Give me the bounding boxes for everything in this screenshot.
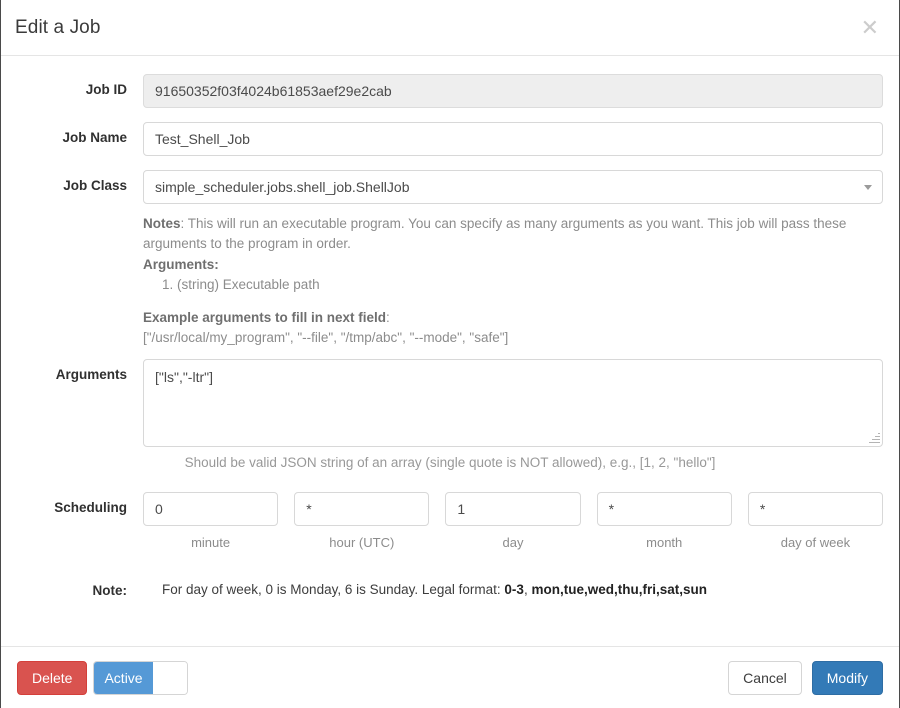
scheduling-row: Scheduling 0 minute * hour (UTC) 1 day *… — [17, 491, 884, 550]
job-name-label: Job Name — [62, 130, 127, 145]
note-bold-days: mon,tue,wed,thu,fri,sat,sun — [531, 581, 707, 597]
notes-label: Notes — [143, 216, 181, 231]
notes-paragraph: Notes: This will run an executable progr… — [143, 214, 883, 255]
note-bold-range: 0-3 — [504, 581, 524, 597]
notes-text: : This will run an executable program. Y… — [143, 216, 847, 252]
dialog-footer: Delete Active Cancel Modify — [1, 646, 899, 708]
job-id-input[interactable]: 91650352f03f4024b61853aef29e2cab — [143, 74, 883, 108]
active-toggle[interactable]: Active — [93, 660, 189, 695]
dialog-body: Job ID 91650352f03f4024b61853aef29e2cab … — [1, 56, 899, 646]
dialog-header: Edit a Job ✕ — [1, 0, 899, 56]
active-toggle-track — [152, 661, 188, 694]
dialog-title: Edit a Job — [15, 16, 101, 38]
scheduling-dayofweek-caption: day of week — [780, 534, 851, 550]
job-class-label: Job Class — [63, 178, 127, 193]
job-class-row: Job Class simple_scheduler.jobs.shell_jo… — [17, 170, 883, 204]
job-class-notes: Notes: This will run an executable progr… — [17, 214, 883, 349]
scheduling-hour-caption: hour (UTC) — [329, 534, 395, 550]
scheduling-label: Scheduling — [54, 499, 127, 515]
note-text: For day of week, 0 is Monday, 6 is Sunda… — [143, 582, 883, 597]
scheduling-minute-cell: 0 minute — [143, 491, 279, 550]
arguments-label: Arguments — [55, 366, 127, 382]
arguments-heading-label: Arguments: — [143, 256, 219, 272]
arguments-textarea[interactable]: ["ls","-ltr"] — [143, 358, 883, 447]
argument-items-list: (string) Executable path — [143, 275, 883, 295]
scheduling-hour-cell: * hour (UTC) — [294, 491, 430, 550]
active-toggle-label: Active — [94, 661, 153, 694]
note-label: Note: — [92, 582, 128, 598]
chevron-down-icon — [864, 185, 872, 190]
scheduling-minute-caption: minute — [191, 534, 231, 550]
scheduling-hour-input[interactable]: * — [294, 491, 430, 526]
example-colon: : — [386, 310, 390, 325]
scheduling-month-caption: month — [646, 534, 683, 550]
edit-job-dialog: Edit a Job ✕ Job ID 91650352f03f4024b618… — [0, 0, 900, 708]
example-heading: Example arguments to fill in next field: — [143, 308, 883, 328]
scheduling-day-cell: 1 day — [445, 491, 581, 550]
job-id-label: Job ID — [85, 82, 127, 97]
arguments-heading: Arguments: — [143, 255, 883, 275]
example-value: ["/usr/local/my_program", "--file", "/tm… — [143, 330, 509, 346]
scheduling-day-caption: day — [502, 534, 524, 550]
job-name-row: Job Name Test_Shell_Job — [17, 122, 883, 156]
scheduling-month-cell: * month — [596, 491, 732, 550]
delete-button[interactable]: Delete — [17, 660, 88, 695]
list-item: (string) Executable path — [177, 275, 883, 295]
close-icon[interactable]: ✕ — [857, 15, 883, 41]
note-text-before: For day of week, 0 is Monday, 6 is Sunda… — [162, 581, 505, 597]
note-row: Note: For day of week, 0 is Monday, 6 is… — [17, 582, 883, 598]
arguments-help-text: Should be valid JSON string of an array … — [184, 454, 716, 470]
scheduling-dayofweek-cell: * day of week — [747, 491, 884, 550]
cancel-button[interactable]: Cancel — [728, 660, 802, 695]
job-name-input[interactable]: Test_Shell_Job — [143, 122, 883, 156]
arguments-row: Arguments ["ls","-ltr"] — [17, 358, 883, 447]
modify-button[interactable]: Modify — [811, 660, 883, 695]
scheduling-minute-input[interactable]: 0 — [143, 491, 279, 526]
example-heading-label: Example arguments to fill in next field — [143, 310, 387, 325]
scheduling-month-input[interactable]: * — [596, 491, 732, 526]
job-id-row: Job ID 91650352f03f4024b61853aef29e2cab — [17, 74, 883, 108]
job-class-select[interactable]: simple_scheduler.jobs.shell_job.ShellJob — [143, 170, 883, 204]
scheduling-day-input[interactable]: 1 — [445, 491, 581, 526]
scheduling-dayofweek-input[interactable]: * — [747, 491, 884, 526]
